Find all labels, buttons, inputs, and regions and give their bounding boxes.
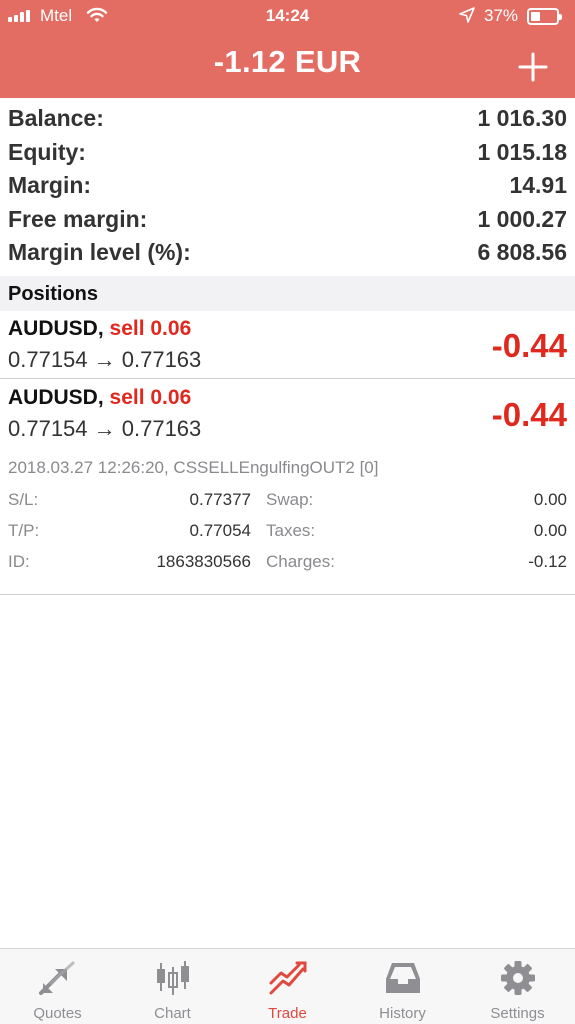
taxes-label: Taxes:	[266, 521, 316, 540]
swap-value: 0.00	[533, 490, 567, 509]
position-symbol: AUDUSD,	[8, 317, 104, 340]
sl-label: S/L:	[8, 490, 39, 509]
equity-label: Equity:	[8, 138, 86, 165]
position-details: 2018.03.27 12:26:20, CSSELLEngulfingOUT2…	[0, 448, 575, 595]
tab-chart[interactable]: Chart	[115, 949, 230, 1024]
battery-icon	[527, 8, 562, 25]
free-margin-value: 1 000.27	[477, 205, 567, 232]
margin-level-row: Margin level (%): 6 808.56	[0, 236, 575, 270]
tab-label: Quotes	[33, 1005, 82, 1022]
balance-label: Balance:	[8, 105, 104, 132]
trade-trend-icon	[269, 961, 306, 995]
tab-settings[interactable]: Settings	[460, 949, 575, 1024]
id-value: 1863830566	[156, 552, 251, 571]
tp-label: T/P:	[8, 521, 40, 540]
details-row-id: ID: 1863830566 Charges: -0.12	[8, 552, 567, 583]
position-symbol: AUDUSD,	[8, 386, 104, 409]
position-profit: -0.44	[491, 327, 567, 364]
tp-value: 0.77054	[189, 521, 251, 540]
position-details-grid: S/L: 0.77377 Swap: 0.00 T/P: 0.77054 Tax…	[8, 490, 567, 583]
position-profit: -0.44	[491, 396, 567, 433]
app-header: Mtel 14:24 37% -1.12 EUR	[0, 0, 575, 98]
margin-level-value: 6 808.56	[477, 239, 567, 266]
margin-row: Margin: 14.91	[0, 169, 575, 203]
status-bar: Mtel 14:24 37%	[0, 0, 575, 34]
position-symbol-line: AUDUSD, sell 0.06	[8, 386, 191, 410]
tab-bar: Quotes Chart Trade History Settings	[0, 948, 575, 1024]
account-summary: Balance: 1 016.30 Equity: 1 015.18 Margi…	[0, 102, 575, 270]
inbox-tray-icon	[385, 963, 420, 993]
tab-label: History	[379, 1005, 426, 1022]
position-comment: 2018.03.27 12:26:20, CSSELLEngulfingOUT2…	[8, 458, 379, 477]
margin-value: 14.91	[509, 172, 567, 199]
battery-percent: 37%	[484, 6, 519, 25]
balance-value: 1 016.30	[477, 105, 567, 132]
tab-history[interactable]: History	[345, 949, 460, 1024]
id-label: ID:	[8, 552, 30, 571]
tab-label: Settings	[490, 1005, 545, 1022]
equity-row: Equity: 1 015.18	[0, 136, 575, 170]
margin-label: Margin:	[8, 172, 92, 199]
charges-label: Charges:	[266, 552, 335, 571]
taxes-value: 0.00	[533, 521, 567, 540]
position-prices: 0.77154 → 0.77163	[8, 416, 202, 441]
position-side: sell 0.06	[109, 317, 192, 340]
position-side: sell 0.06	[109, 386, 192, 409]
balance-row: Balance: 1 016.30	[0, 102, 575, 136]
margin-level-label: Margin level (%):	[8, 239, 191, 266]
free-margin-row: Free margin: 1 000.27	[0, 203, 575, 237]
location-arrow-icon	[459, 7, 475, 23]
plus-icon[interactable]	[512, 46, 554, 88]
details-row-sl: S/L: 0.77377 Swap: 0.00	[8, 490, 567, 521]
charges-value: -0.12	[528, 552, 567, 571]
tab-trade[interactable]: Trade	[230, 949, 345, 1024]
page-title: -1.12 EUR	[213, 44, 362, 79]
quotes-arrows-icon	[38, 961, 74, 995]
candlestick-chart-icon	[156, 961, 189, 995]
details-row-tp: T/P: 0.77054 Taxes: 0.00	[8, 521, 567, 552]
tab-quotes[interactable]: Quotes	[0, 949, 115, 1024]
equity-value: 1 015.18	[477, 138, 567, 165]
position-prices: 0.77154 → 0.77163	[8, 347, 202, 372]
gear-icon	[500, 961, 535, 995]
tab-label: Chart	[154, 1005, 191, 1022]
position-row[interactable]: AUDUSD, sell 0.06 0.77154 → 0.77163 -0.4…	[0, 311, 575, 379]
free-margin-label: Free margin:	[8, 205, 148, 232]
sl-value: 0.77377	[189, 490, 251, 509]
position-symbol-line: AUDUSD, sell 0.06	[8, 317, 191, 341]
positions-section-header: Positions	[0, 276, 575, 311]
swap-label: Swap:	[266, 490, 314, 509]
tab-label: Trade	[268, 1005, 307, 1022]
position-row[interactable]: AUDUSD, sell 0.06 0.77154 → 0.77163 -0.4…	[0, 380, 575, 448]
